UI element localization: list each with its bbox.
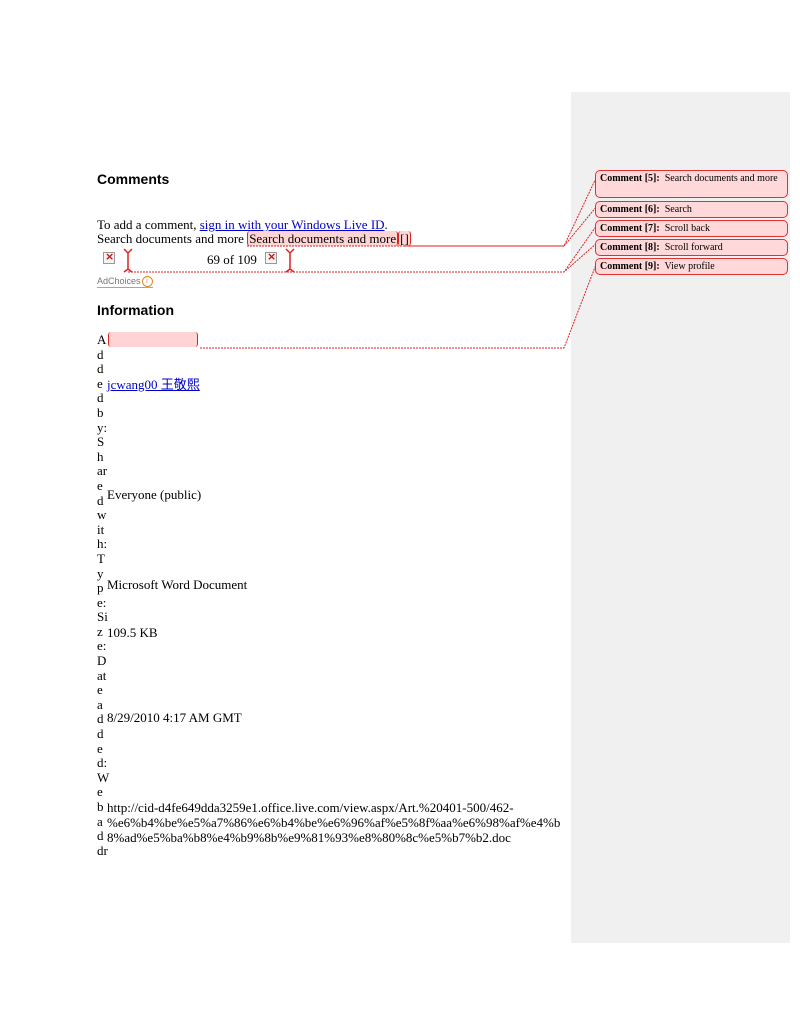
comment-tag: Comment [9]: xyxy=(600,261,660,272)
connector-comment-5 xyxy=(247,175,598,247)
anchor-scroll-forward xyxy=(285,248,295,273)
comment-tag: Comment [5]: xyxy=(600,173,660,184)
comment-connectors xyxy=(123,175,598,349)
comment-tag: Comment [6]: xyxy=(600,204,660,215)
comment-text: Scroll forward xyxy=(664,242,723,253)
comment-8[interactable]: Comment [8]: Scroll forward xyxy=(595,239,788,256)
comment-text: Search xyxy=(664,204,692,215)
comment-tag: Comment [8]: xyxy=(600,242,660,253)
comment-tag: Comment [7]: xyxy=(600,223,660,234)
comment-text: Scroll back xyxy=(664,223,710,234)
comment-5[interactable]: Comment [5]: Search documents and more xyxy=(595,170,788,198)
anchor-scroll-back xyxy=(123,248,133,273)
comment-6[interactable]: Comment [6]: Search xyxy=(595,201,788,218)
connector-comment-7 xyxy=(128,224,598,273)
comment-text: View profile xyxy=(664,261,715,272)
connector-comment-9 xyxy=(200,261,598,349)
comment-9[interactable]: Comment [9]: View profile xyxy=(595,258,788,275)
comment-text: Search documents and more xyxy=(664,173,778,184)
comment-7[interactable]: Comment [7]: Scroll back xyxy=(595,220,788,237)
connector-comment-6 xyxy=(405,205,598,247)
connector-comment-8 xyxy=(290,242,598,273)
